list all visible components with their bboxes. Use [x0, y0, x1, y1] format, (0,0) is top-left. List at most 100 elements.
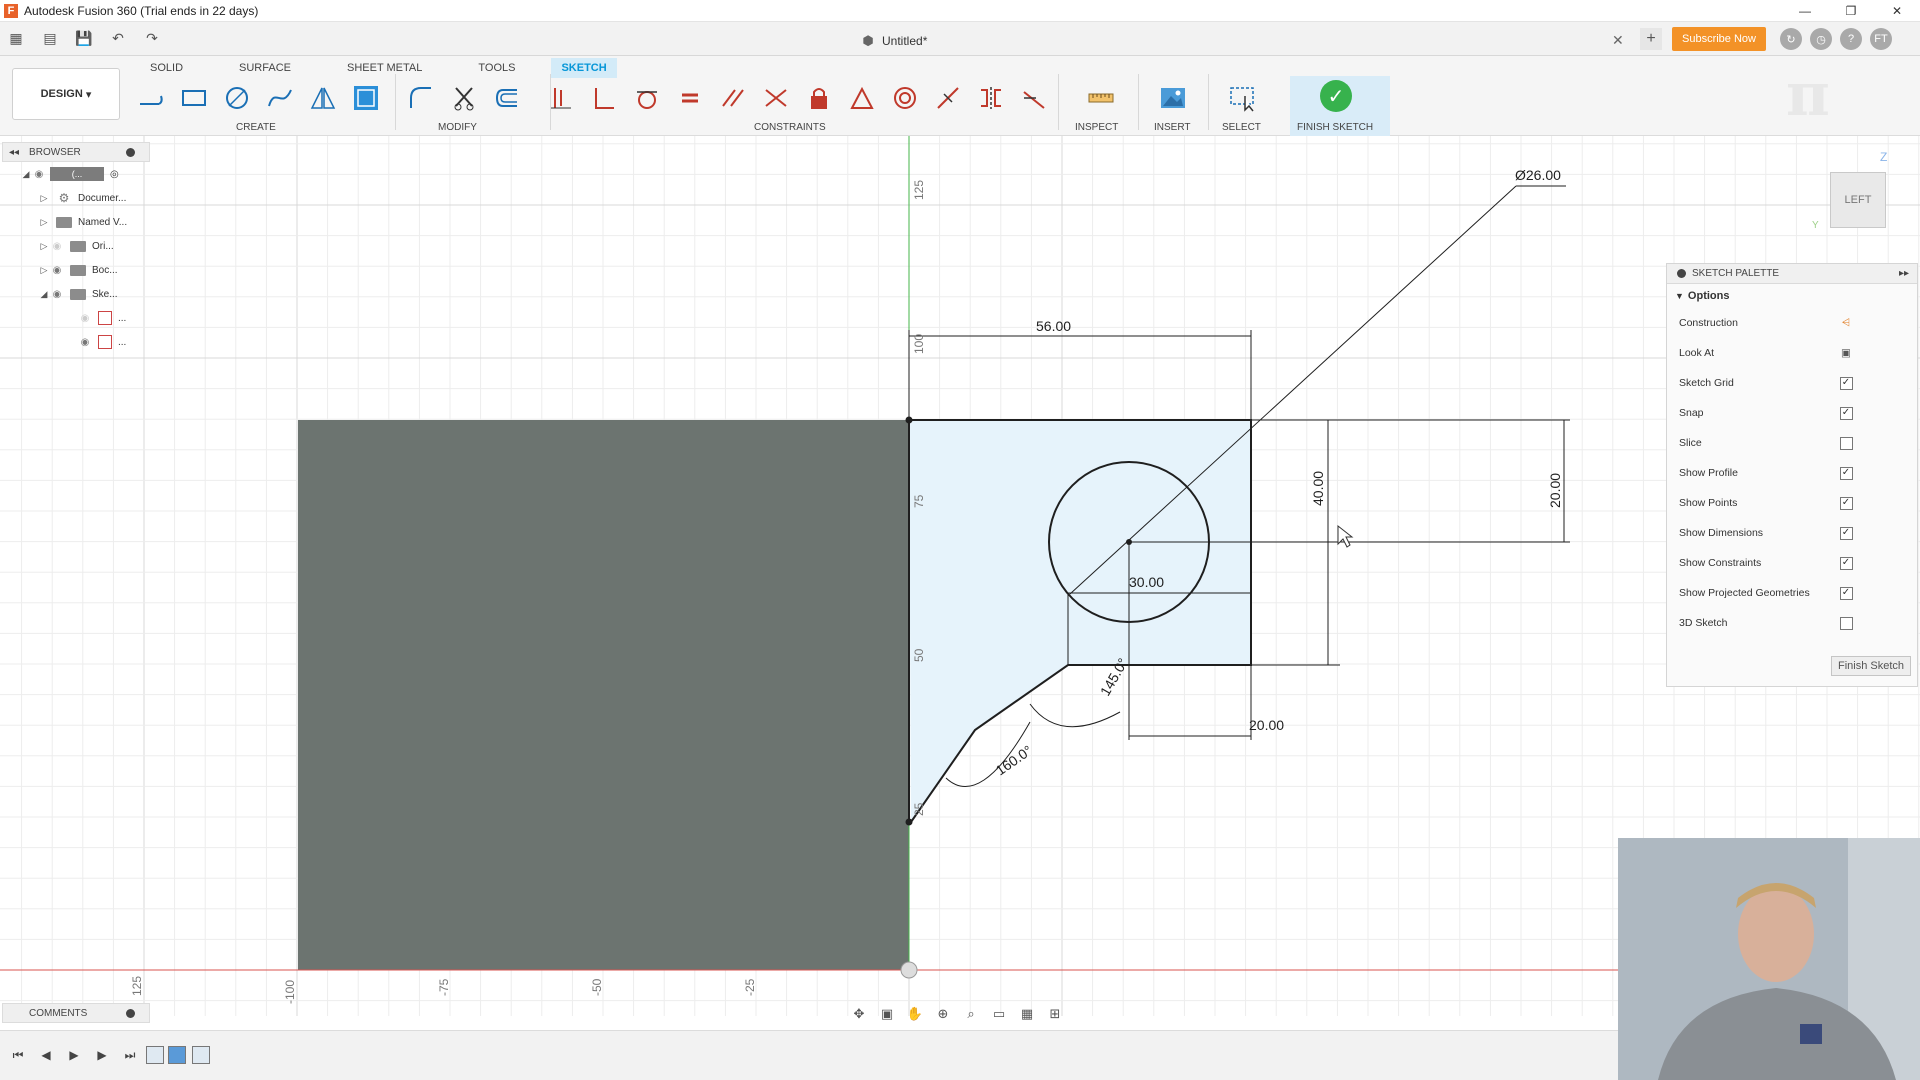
checkbox[interactable]: ✓ — [1839, 556, 1853, 570]
palette-option-show-constraints[interactable]: Show Constraints ✓ — [1667, 548, 1917, 578]
file-menu-icon[interactable]: ▤ — [40, 28, 60, 48]
visibility-eye-icon[interactable]: ◉ — [50, 241, 64, 252]
tab-solid[interactable]: SOLID — [140, 58, 193, 78]
document-tab[interactable]: ⬢ Untitled* — [860, 28, 1630, 54]
origin-point[interactable] — [900, 961, 918, 979]
horizontal-vertical-icon[interactable] — [546, 83, 576, 113]
options-section-header[interactable]: ▼ Options — [1667, 284, 1917, 308]
collapse-arrow-icon[interactable]: ▼ — [1675, 291, 1684, 301]
coincident-icon[interactable] — [589, 83, 619, 113]
workspace-switcher[interactable]: DESIGN ▾ — [12, 68, 120, 120]
trim-icon[interactable] — [449, 83, 479, 113]
fillet-icon[interactable] — [406, 83, 436, 113]
palette-option-show-points[interactable]: Show Points ✓ — [1667, 488, 1917, 518]
tab-sketch[interactable]: SKETCH — [551, 58, 617, 78]
zoom-icon[interactable]: ⊕ — [932, 1004, 954, 1024]
symmetry-icon[interactable] — [976, 83, 1006, 113]
data-panel-grid-icon[interactable]: ▦ — [6, 28, 26, 48]
finish-sketch-check-icon[interactable]: ✓ — [1320, 80, 1352, 112]
expand-panel-icon[interactable]: ▸▸ — [1899, 268, 1909, 279]
viewcube[interactable]: LEFT — [1830, 172, 1886, 228]
tab-tools[interactable]: TOOLS — [468, 58, 525, 78]
checkbox[interactable]: ✓ — [1839, 526, 1853, 540]
perpendicular-icon[interactable] — [761, 83, 791, 113]
save-icon[interactable]: 💾 — [74, 28, 94, 48]
expanded-arrow-icon[interactable]: ◢ — [38, 289, 50, 300]
tab-sheet-metal[interactable]: SHEET METAL — [337, 58, 432, 78]
go-to-end-icon[interactable]: ⏭ — [122, 1047, 138, 1063]
palette-option-show-profile[interactable]: Show Profile ✓ — [1667, 458, 1917, 488]
minimize-icon[interactable]: — — [1782, 0, 1828, 22]
play-icon[interactable]: ▶ — [66, 1047, 82, 1063]
timeline-sketch-feature[interactable] — [192, 1046, 210, 1064]
checkbox[interactable]: ✓ — [1839, 406, 1853, 420]
browser-header[interactable]: ◂◂ BROWSER — [2, 142, 150, 162]
checkbox[interactable]: ✓ — [1839, 466, 1853, 480]
pan-icon[interactable]: ✋ — [904, 1004, 926, 1024]
curvature-icon[interactable] — [1019, 83, 1049, 113]
expand-arrow-icon[interactable]: ▷ — [38, 193, 50, 204]
dimension-inner-width[interactable]: 30.00 — [1129, 574, 1164, 590]
construction-icon[interactable]: ⩤ — [1839, 316, 1853, 330]
create-menu[interactable]: CREATE — [236, 122, 276, 133]
project-include-icon[interactable] — [351, 83, 381, 113]
expand-arrow-icon[interactable]: ▷ — [38, 265, 50, 276]
display-settings-icon[interactable]: ▭ — [988, 1004, 1010, 1024]
undo-icon[interactable]: ↶ — [108, 28, 128, 48]
equal-icon[interactable] — [675, 83, 705, 113]
tree-item-bodies[interactable]: ▷ ◉ Boc... — [2, 258, 150, 282]
fix-unfix-icon[interactable] — [804, 83, 834, 113]
job-status-icon[interactable]: ↻ — [1780, 28, 1802, 50]
step-forward-icon[interactable]: ▶ — [94, 1047, 110, 1063]
inspect-menu[interactable]: INSPECT — [1075, 122, 1118, 133]
step-back-icon[interactable]: ◀ — [38, 1047, 54, 1063]
pin-icon[interactable] — [126, 1009, 135, 1018]
viewcube-face-label[interactable]: LEFT — [1845, 194, 1872, 206]
checkbox[interactable]: ✓ — [1839, 496, 1853, 510]
constraints-menu[interactable]: CONSTRAINTS — [754, 122, 826, 133]
viewports-icon[interactable]: ⊞ — [1044, 1004, 1066, 1024]
fit-icon[interactable]: ⌕ — [960, 1004, 982, 1024]
checkbox[interactable] — [1839, 436, 1853, 450]
activate-radio-icon[interactable]: ◎ — [110, 169, 119, 180]
close-document-icon[interactable]: ✕ — [1612, 32, 1624, 49]
parallel-icon[interactable] — [718, 83, 748, 113]
palette-header[interactable]: SKETCH PALETTE ▸▸ — [1667, 264, 1917, 284]
modify-menu[interactable]: MODIFY — [438, 122, 477, 133]
tree-root[interactable]: ◢ ◉ (... ◎ — [2, 162, 150, 186]
collinear-icon[interactable] — [933, 83, 963, 113]
line-icon[interactable] — [136, 83, 166, 113]
circle-icon[interactable] — [222, 83, 252, 113]
mirror-icon[interactable] — [308, 83, 338, 113]
tree-item-sketch[interactable]: ◉ ... — [2, 330, 150, 354]
look-at-icon[interactable]: ▣ — [876, 1004, 898, 1024]
new-tab-button[interactable]: + — [1640, 28, 1662, 50]
tree-item-origin[interactable]: ▷ ◉ Ori... — [2, 234, 150, 258]
palette-option-3d-sketch[interactable]: 3D Sketch — [1667, 608, 1917, 638]
look-at-icon[interactable]: ▣ — [1839, 346, 1853, 360]
pin-icon[interactable] — [126, 148, 135, 157]
restore-icon[interactable]: ❐ — [1828, 0, 1874, 22]
insert-image-icon[interactable] — [1158, 83, 1188, 113]
visibility-eye-icon[interactable]: ◉ — [50, 289, 64, 300]
concentric-icon[interactable] — [890, 83, 920, 113]
window-select-icon[interactable] — [1228, 83, 1258, 113]
tree-item-named-views[interactable]: ▷ Named V... — [2, 210, 150, 234]
dimension-diameter[interactable]: Ø26.00 — [1515, 167, 1561, 183]
expand-arrow-icon[interactable]: ▷ — [38, 241, 50, 252]
visibility-eye-icon[interactable]: ◉ — [78, 337, 92, 348]
dimension-bottom-offset[interactable]: 20.00 — [1249, 717, 1284, 733]
palette-option-construction[interactable]: Construction ⩤ — [1667, 308, 1917, 338]
insert-menu[interactable]: INSERT — [1154, 122, 1191, 133]
spline-icon[interactable] — [265, 83, 295, 113]
go-to-start-icon[interactable]: ⏮ — [10, 1047, 26, 1063]
timeline-extrude-feature[interactable] — [168, 1046, 186, 1064]
subscribe-button[interactable]: Subscribe Now — [1672, 27, 1766, 51]
comments-panel[interactable]: COMMENTS — [2, 1003, 150, 1023]
palette-option-show-projected-geometries[interactable]: Show Projected Geometries ✓ — [1667, 578, 1917, 608]
help-icon[interactable]: ? — [1840, 28, 1862, 50]
palette-option-snap[interactable]: Snap ✓ — [1667, 398, 1917, 428]
grid-settings-icon[interactable]: ▦ — [1016, 1004, 1038, 1024]
tree-item-document-settings[interactable]: ▷ ⚙ Documer... — [2, 186, 150, 210]
palette-option-show-dimensions[interactable]: Show Dimensions ✓ — [1667, 518, 1917, 548]
